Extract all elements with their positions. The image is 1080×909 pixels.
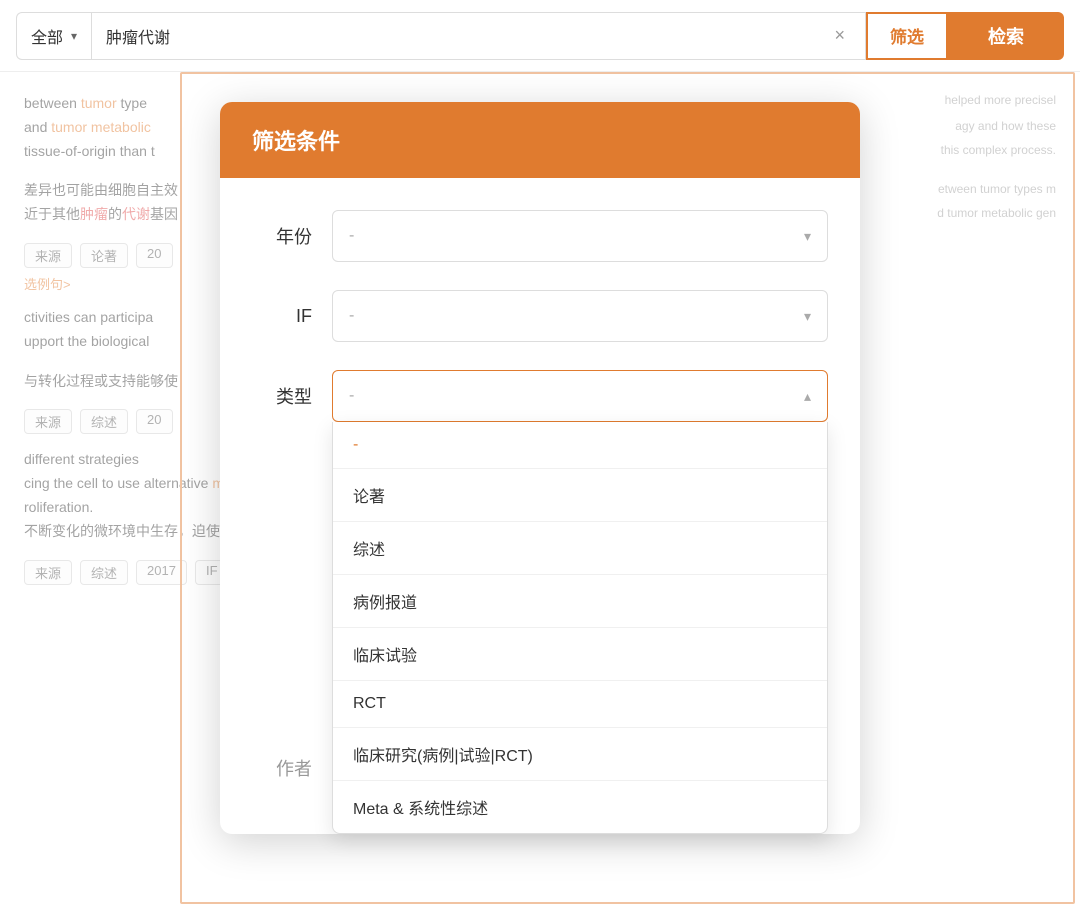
dropdown-item-lunzhu[interactable]: 论著	[333, 469, 827, 522]
if-value: -	[349, 307, 354, 325]
author-label: 作者	[252, 755, 332, 781]
year-row: 年份 - ▾	[252, 210, 828, 262]
filter-dialog: 筛选条件 年份 - ▾ IF - ▾ 类型	[220, 102, 860, 834]
filter-button[interactable]: 筛选	[866, 12, 948, 60]
dialog-body: 年份 - ▾ IF - ▾ 类型 - ▴	[220, 178, 860, 834]
dialog-header: 筛选条件	[220, 102, 860, 178]
dialog-title: 筛选条件	[252, 129, 340, 154]
type-row: 类型 - ▴ - 论著 综述 病例报道 临床试验 RCT 临床研究(病例|试验|…	[252, 370, 828, 422]
search-input[interactable]	[106, 27, 828, 45]
type-label: 类型	[252, 383, 332, 409]
dropdown-item-dash[interactable]: -	[333, 422, 827, 469]
year-select[interactable]: - ▾	[332, 210, 828, 262]
dropdown-item-linchuang2[interactable]: 临床研究(病例|试验|RCT)	[333, 728, 827, 781]
year-chevron-icon: ▾	[804, 228, 811, 245]
dropdown-item-rct[interactable]: RCT	[333, 681, 827, 728]
type-selector-chevron: ▾	[71, 29, 77, 43]
filter-dialog-backdrop: 筛选条件 年份 - ▾ IF - ▾ 类型	[0, 72, 1080, 909]
search-bar: 全部 ▾ × 筛选 检索	[0, 0, 1080, 72]
year-value: -	[349, 227, 354, 245]
if-row: IF - ▾	[252, 290, 828, 342]
if-chevron-icon: ▾	[804, 308, 811, 325]
dropdown-item-zongshu[interactable]: 综述	[333, 522, 827, 575]
dropdown-item-linchuang[interactable]: 临床试验	[333, 628, 827, 681]
type-dropdown: - 论著 综述 病例报道 临床试验 RCT 临床研究(病例|试验|RCT) Me…	[332, 422, 828, 834]
search-button[interactable]: 检索	[948, 12, 1064, 60]
type-selector-label: 全部	[31, 24, 63, 48]
type-value: -	[349, 387, 354, 405]
search-input-wrap: ×	[91, 12, 866, 60]
dropdown-item-bingli[interactable]: 病例报道	[333, 575, 827, 628]
clear-button[interactable]: ×	[828, 25, 851, 46]
dropdown-item-meta[interactable]: Meta & 系统性综述	[333, 781, 827, 833]
year-label: 年份	[252, 223, 332, 249]
type-selector[interactable]: 全部 ▾	[16, 12, 91, 60]
if-select[interactable]: - ▾	[332, 290, 828, 342]
type-chevron-icon: ▴	[804, 388, 811, 405]
if-label: IF	[252, 306, 332, 327]
type-select[interactable]: - ▴	[332, 370, 828, 422]
